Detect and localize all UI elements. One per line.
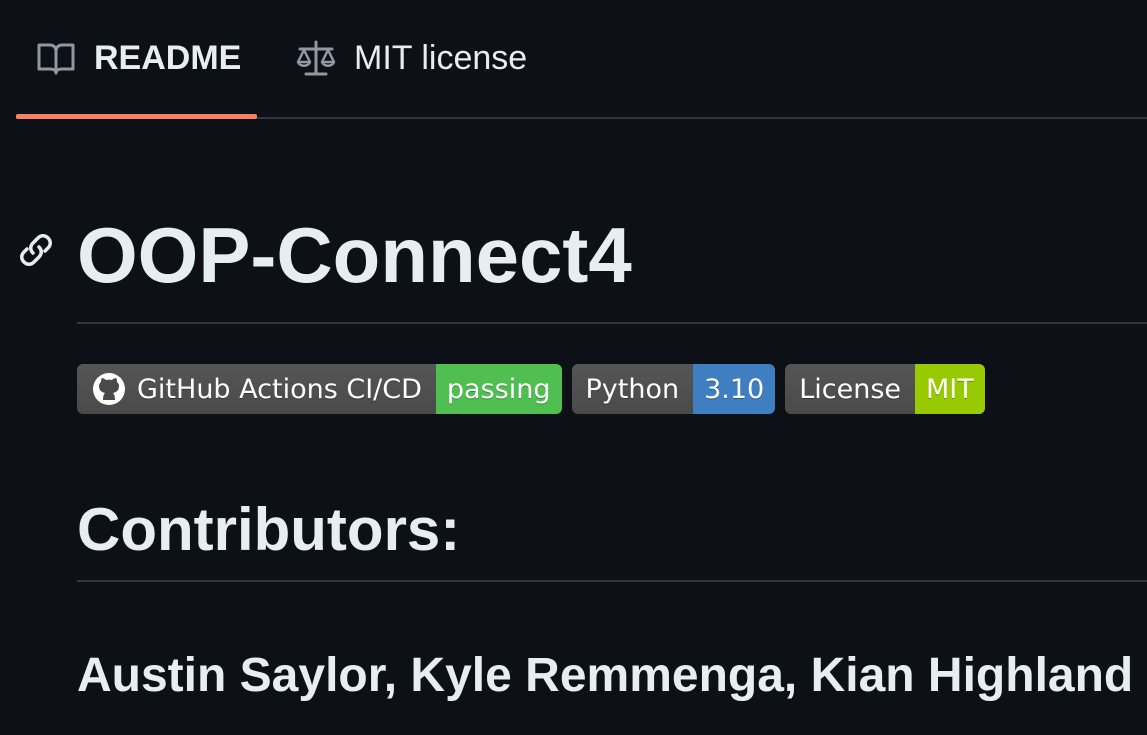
license-badge[interactable]: License MIT xyxy=(785,364,985,414)
book-icon xyxy=(34,37,78,81)
ci-badge[interactable]: GitHub Actions CI/CD passing xyxy=(77,364,562,414)
github-icon xyxy=(91,371,127,407)
python-badge-version: 3.10 xyxy=(693,364,776,414)
ci-badge-status: passing xyxy=(435,364,562,414)
license-badge-label: License xyxy=(785,364,916,414)
readme-tab-bar: README MIT license xyxy=(16,0,1147,119)
contributors-names: Austin Saylor, Kyle Remmenga, Kian Highl… xyxy=(77,649,1134,702)
link-icon[interactable] xyxy=(16,230,56,270)
title-heading-row: OOP-Connect4 xyxy=(16,200,1147,324)
python-badge-label: Python xyxy=(571,364,694,414)
ci-badge-left: GitHub Actions CI/CD xyxy=(77,364,436,414)
scale-icon xyxy=(294,37,338,81)
page-title: OOP-Connect4 xyxy=(77,211,632,299)
title-divider xyxy=(77,322,1147,324)
python-badge[interactable]: Python 3.10 xyxy=(571,364,776,414)
badge-row: GitHub Actions CI/CD passing Python 3.10… xyxy=(77,364,985,414)
ci-badge-label: GitHub Actions CI/CD xyxy=(137,373,422,405)
license-badge-value: MIT xyxy=(915,364,985,414)
tab-readme-label: README xyxy=(94,39,242,77)
tab-readme[interactable]: README xyxy=(16,0,257,119)
tab-mit-license[interactable]: MIT license xyxy=(286,0,576,117)
contributors-divider xyxy=(77,580,1147,582)
contributors-heading: Contributors: xyxy=(77,496,461,563)
tab-mit-license-label: MIT license xyxy=(354,39,528,77)
